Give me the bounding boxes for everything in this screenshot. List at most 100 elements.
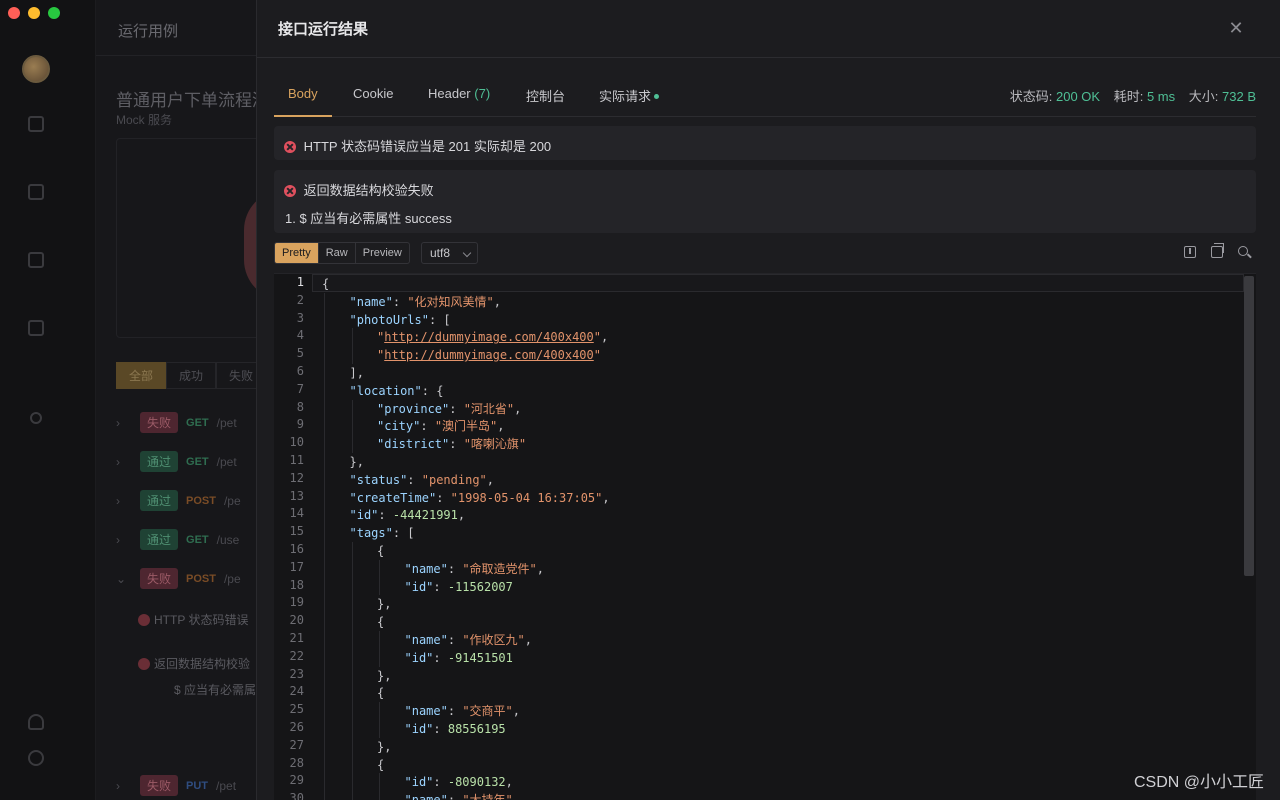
code-line: },	[377, 668, 392, 683]
code-line: "id": 88556195	[404, 722, 506, 736]
bell-icon	[28, 714, 44, 730]
path-label: /pe	[223, 571, 241, 586]
indicator-dot	[654, 94, 660, 100]
line-number: 7	[296, 381, 304, 396]
method-label: POST	[186, 572, 216, 585]
filter-all[interactable]: 全部	[116, 362, 167, 389]
code-line: "id": -11562007	[404, 579, 513, 594]
encoding-select[interactable]: utf8	[421, 242, 478, 264]
tab-body[interactable]: Body	[288, 86, 318, 101]
method-label: GET	[186, 416, 209, 429]
rail-item-2[interactable]	[0, 184, 72, 206]
table-row[interactable]: › 通过 GET /use	[116, 520, 276, 559]
rail-item-5[interactable]	[0, 412, 72, 430]
code-line: "http://dummyimage.com/400x400"	[377, 348, 601, 363]
vertical-scrollbar[interactable]	[1244, 276, 1254, 576]
code-line: "photoUrls": [	[349, 312, 451, 327]
time-label: 耗时:	[1113, 89, 1144, 104]
code-line: },	[349, 455, 364, 469]
encoding-value: utf8	[430, 246, 451, 260]
window-controls	[8, 7, 60, 19]
code-line: "city": "澳门半岛",	[377, 419, 505, 434]
line-number: 30	[289, 791, 304, 800]
line-number: 5	[296, 346, 304, 361]
project-settings-icon	[28, 320, 44, 336]
filter-success[interactable]: 成功	[166, 362, 217, 389]
indent-guide	[379, 559, 380, 596]
status-error-box: HTTP 状态码错误应当是 201 实际却是 200	[274, 126, 1256, 160]
drawer-title: 接口运行结果	[278, 21, 369, 38]
close-icon[interactable]: ✕	[1228, 19, 1244, 37]
avatar[interactable]	[22, 55, 50, 83]
table-row[interactable]: › 通过 POST /pe	[116, 481, 276, 520]
error-icon	[284, 140, 296, 153]
app-window: 运行用例 普通用户下单流程测 Mock 服务 全部 成功 失败 › 失败 GET…	[0, 0, 1280, 800]
code-line: "province": "河北省",	[377, 401, 522, 416]
line-number: 26	[289, 720, 304, 734]
automation-icon	[28, 184, 44, 200]
table-row[interactable]: › 失败 GET /pet	[116, 403, 276, 442]
code-line: {	[377, 757, 385, 772]
download-icon[interactable]	[1184, 246, 1196, 258]
search-icon[interactable]	[1238, 246, 1248, 256]
line-number: 2	[296, 292, 304, 307]
rail-item-7[interactable]	[0, 750, 72, 772]
error-text: HTTP 状态码错误	[154, 613, 249, 627]
line-number: 29	[289, 773, 304, 788]
line-number: 20	[289, 613, 304, 628]
line-number: 23	[289, 666, 304, 681]
drawer-header: 接口运行结果 ✕	[257, 0, 1280, 58]
line-number: 11	[289, 453, 304, 467]
line-number: 17	[289, 559, 304, 574]
code-line: },	[377, 739, 392, 754]
error-icon	[138, 613, 150, 626]
status-code-label: 状态码:	[1009, 89, 1053, 104]
maximize-window-button[interactable]	[48, 7, 60, 19]
bg-error-detail: $ 应当有必需属	[174, 683, 257, 697]
tab-header[interactable]: Header (7)	[428, 86, 490, 101]
table-row[interactable]: ⌄ 失败 POST /pe	[116, 559, 276, 598]
watermark: CSDN @小小工匠	[1133, 774, 1264, 791]
rail-item-6[interactable]	[0, 714, 72, 736]
rail-item-4[interactable]	[0, 320, 72, 342]
line-number: 9	[296, 417, 304, 432]
mode-preview[interactable]: Preview	[356, 243, 409, 263]
status-badge: 通过	[140, 490, 179, 511]
rail-item-1[interactable]	[0, 116, 72, 138]
close-window-button[interactable]	[8, 7, 20, 19]
tab-console[interactable]: 控制台	[526, 86, 565, 105]
line-number: 22	[289, 648, 304, 663]
chevron-right-icon: ›	[116, 778, 120, 793]
side-rail	[0, 0, 96, 800]
tab-label: Cookie	[353, 86, 394, 101]
view-mode-switch: Pretty Raw Preview	[274, 242, 410, 264]
active-tab-indicator	[274, 115, 332, 117]
rail-item-3[interactable]	[0, 252, 72, 274]
method-label: POST	[186, 494, 216, 507]
mode-pretty[interactable]: Pretty	[275, 243, 319, 263]
indent-guide	[379, 702, 380, 738]
code-line: "tags": [	[349, 526, 415, 541]
line-number: 3	[296, 310, 304, 325]
method-label: GET	[186, 533, 209, 546]
case-title: 普通用户下单流程测	[116, 91, 269, 110]
data-model-icon	[28, 252, 44, 268]
minimize-window-button[interactable]	[28, 7, 40, 19]
tab-cookie[interactable]: Cookie	[353, 86, 393, 101]
indent-guide	[351, 542, 353, 800]
schema-error-title: 返回数据结构校验失败	[303, 183, 434, 198]
response-body-editor[interactable]: 1 2 3 4 5 6 7 8 9 10 11 12 13 14 15 16 17 18 19 20 21 22 23 24 2…	[274, 273, 1256, 800]
copy-icon[interactable]	[1211, 243, 1224, 258]
chevron-right-icon: ›	[116, 493, 120, 508]
line-number: 8	[296, 399, 304, 414]
tab-count: (7)	[474, 86, 491, 101]
share-icon	[30, 412, 42, 424]
table-row[interactable]: › 失败 PUT /pet	[116, 766, 276, 800]
path-label: /pet	[216, 415, 237, 430]
tab-actual-request[interactable]: 实际请求	[599, 86, 660, 105]
line-number: 13	[289, 488, 304, 503]
line-number: 10	[289, 435, 304, 450]
table-row[interactable]: › 通过 GET /pet	[116, 442, 276, 481]
line-number: 4	[296, 328, 304, 343]
mode-raw[interactable]: Raw	[319, 243, 356, 263]
